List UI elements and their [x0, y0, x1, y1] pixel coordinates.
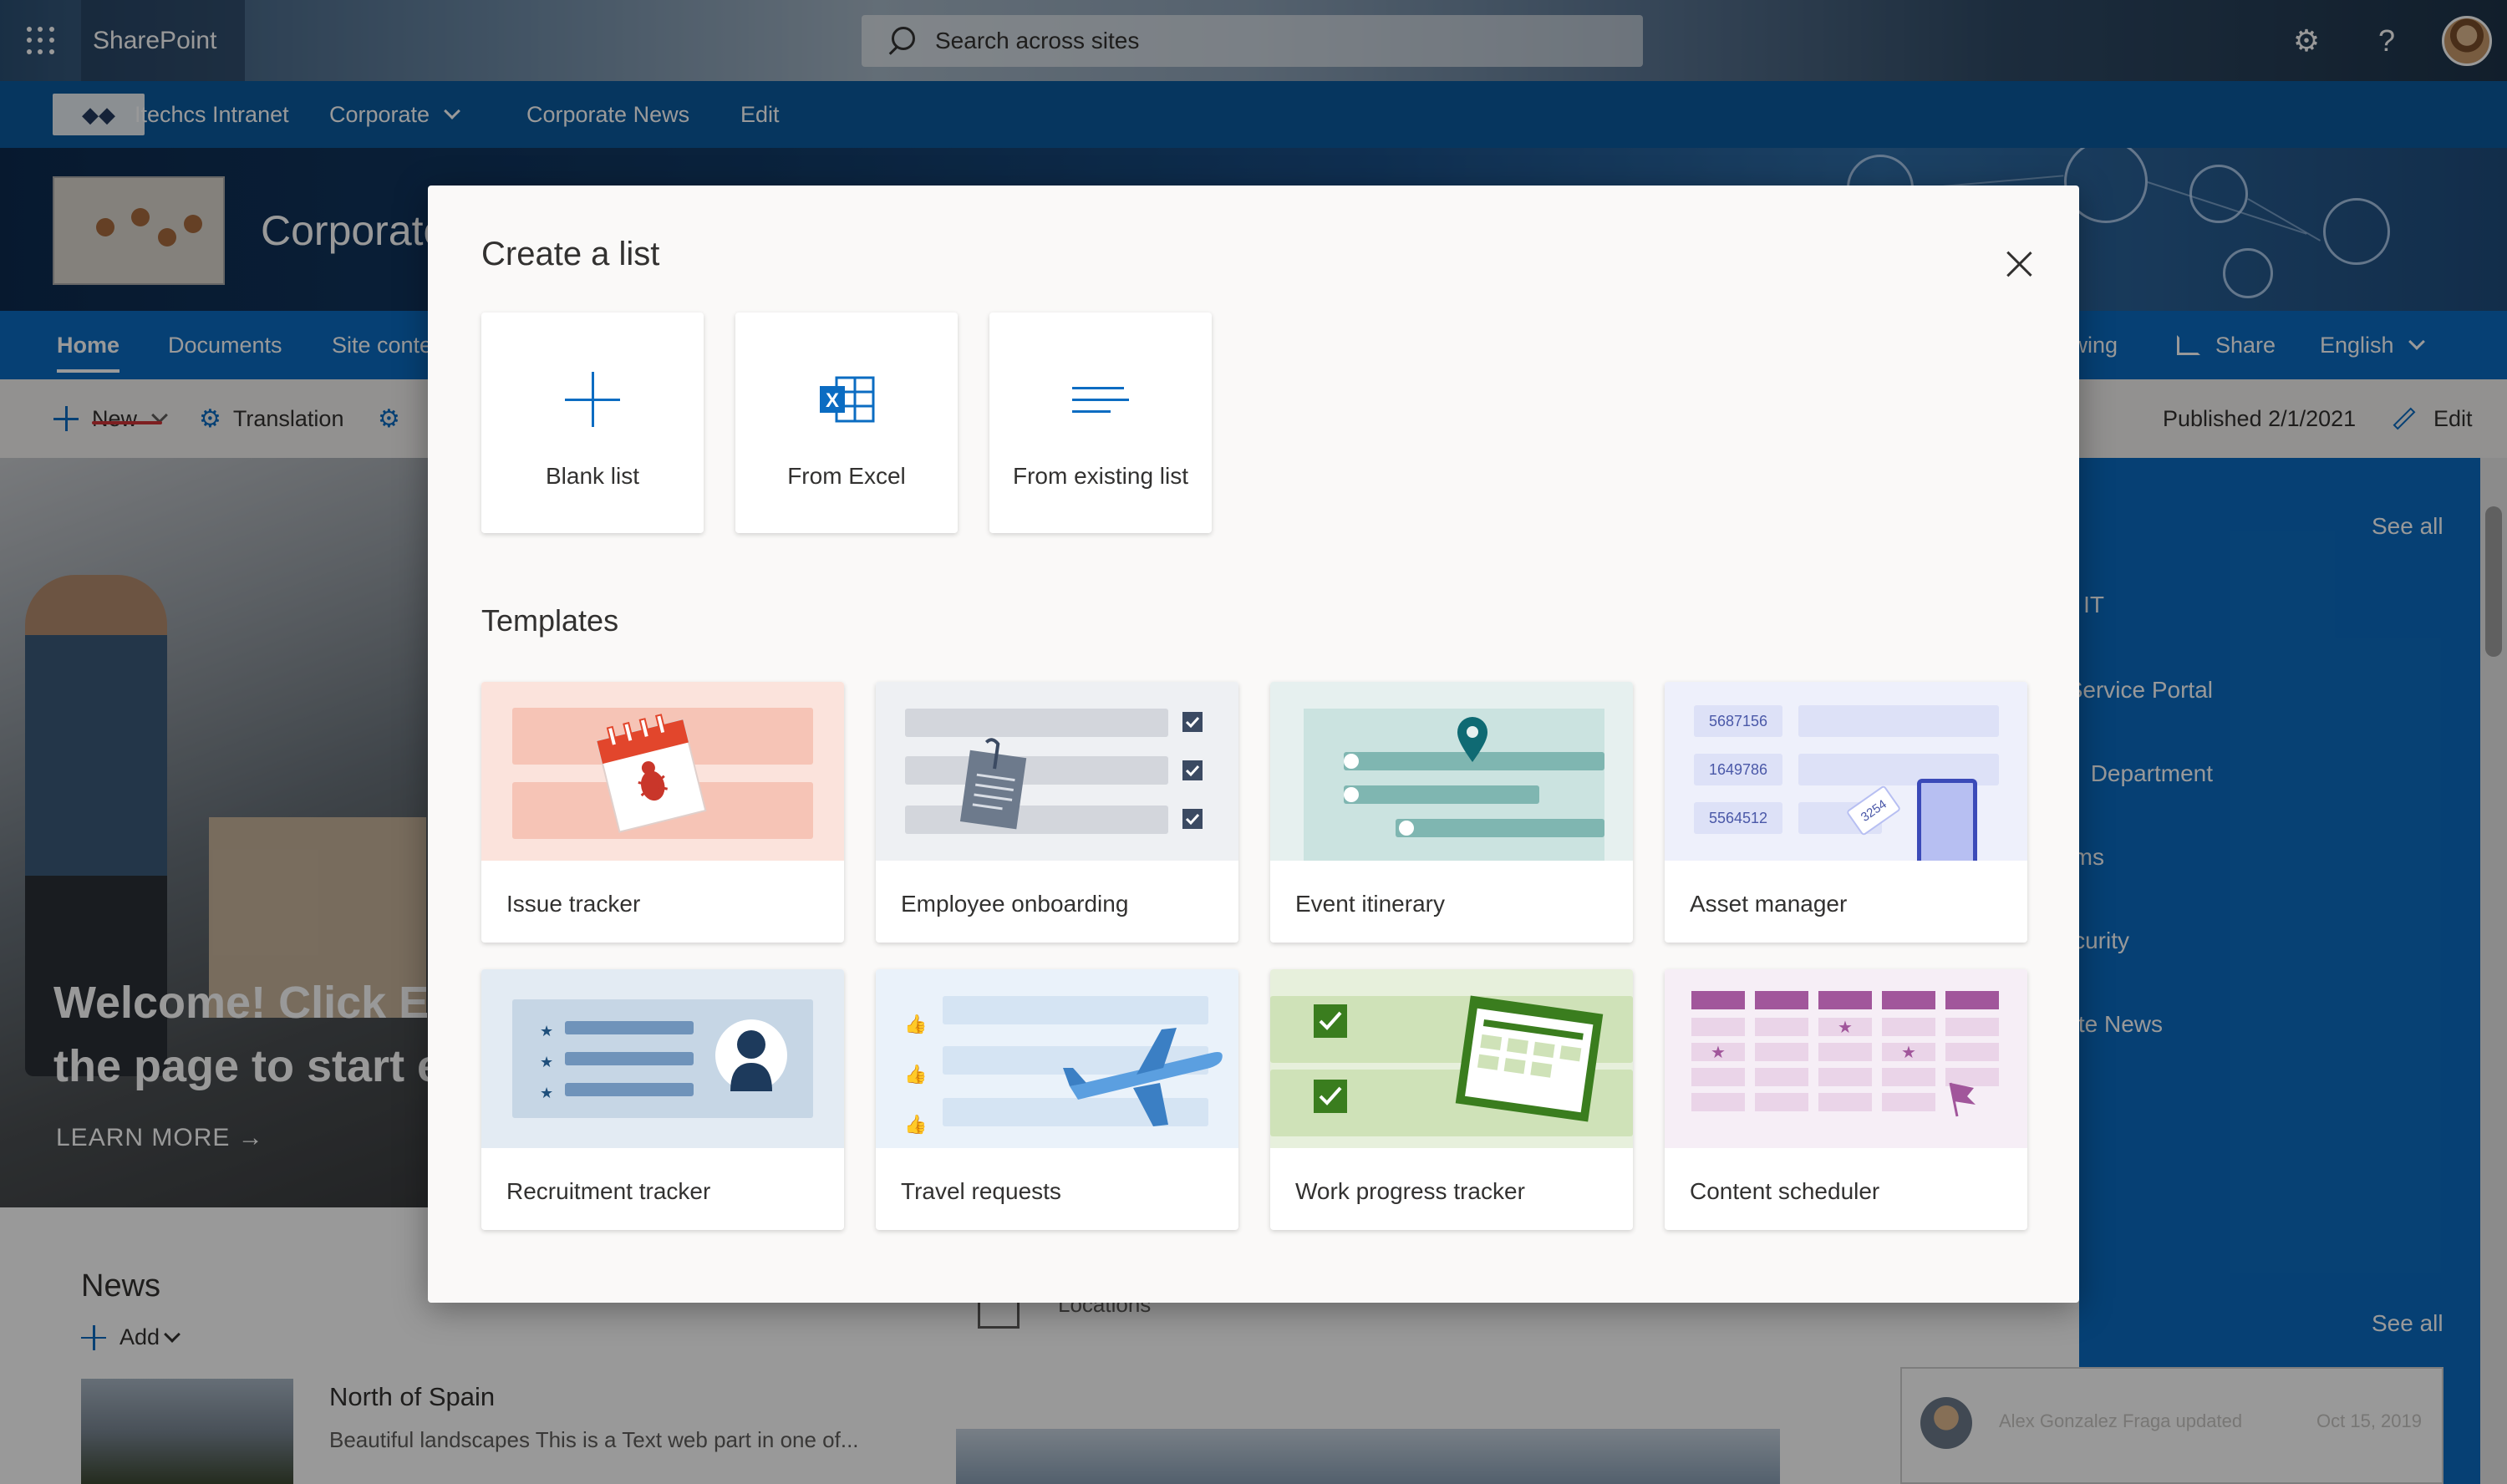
- airplane-icon: 👍 👍 👍: [876, 969, 1238, 1148]
- calendar-grid-icon: ★ ★ ★: [1665, 969, 2027, 1148]
- template-label: Recruitment tracker: [506, 1178, 711, 1204]
- template-label: Event itinerary: [1295, 891, 1445, 917]
- svg-text:X: X: [826, 389, 839, 412]
- map-pin-icon: [1270, 682, 1633, 861]
- template-label: Work progress tracker: [1295, 1178, 1525, 1204]
- template-label: Content scheduler: [1690, 1178, 1880, 1204]
- svg-text:★: ★: [1901, 1044, 1916, 1062]
- thumbs-up-icon: 👍 👍 👍: [904, 1014, 928, 1135]
- template-event-itinerary[interactable]: Event itinerary: [1270, 682, 1633, 943]
- template-label: Issue tracker: [506, 891, 641, 917]
- clipboard-checklist-icon: [876, 682, 1238, 861]
- template-content-scheduler[interactable]: ★ ★ ★ Content scheduler: [1665, 969, 2027, 1230]
- template-work-progress-tracker[interactable]: Work progress tracker: [1270, 969, 1633, 1230]
- template-recruitment-tracker[interactable]: ★ ★ ★ Recruitment tracker: [481, 969, 844, 1230]
- plus-icon: [565, 372, 620, 427]
- option-label: From existing list: [1012, 463, 1189, 489]
- option-label: From Excel: [787, 463, 906, 489]
- svg-text:★: ★: [1838, 1019, 1853, 1037]
- templates-heading: Templates: [481, 603, 619, 638]
- template-issue-tracker[interactable]: Issue tracker: [481, 682, 844, 943]
- profile-star-list-icon: ★ ★ ★: [481, 969, 844, 1148]
- create-list-dialog: Create a list Blank list X From Excel Fr…: [428, 186, 2079, 1303]
- blank-list-option[interactable]: Blank list: [481, 313, 704, 533]
- close-icon[interactable]: [2006, 251, 2032, 277]
- list-lines-icon: [1072, 386, 1129, 413]
- from-excel-option[interactable]: X From Excel: [735, 313, 958, 533]
- star-icon: ★ ★ ★: [540, 1023, 554, 1101]
- from-existing-list-option[interactable]: From existing list: [989, 313, 1212, 533]
- template-employee-onboarding[interactable]: Employee onboarding: [876, 682, 1238, 943]
- device-tag-icon: 5687156 1649786 5564512 3254: [1665, 682, 2027, 861]
- dialog-title: Create a list: [481, 236, 660, 272]
- excel-icon: X: [820, 376, 875, 423]
- option-label: Blank list: [545, 463, 640, 489]
- progress-board-icon: [1270, 969, 1633, 1148]
- calendar-bug-icon: [481, 682, 844, 861]
- svg-text:★: ★: [1711, 1044, 1726, 1062]
- template-label: Asset manager: [1690, 891, 1848, 917]
- template-label: Travel requests: [901, 1178, 1061, 1204]
- template-label: Employee onboarding: [901, 891, 1129, 917]
- template-asset-manager[interactable]: 5687156 1649786 5564512 3254 Asset manag…: [1665, 682, 2027, 943]
- template-travel-requests[interactable]: 👍 👍 👍 Travel requests: [876, 969, 1238, 1230]
